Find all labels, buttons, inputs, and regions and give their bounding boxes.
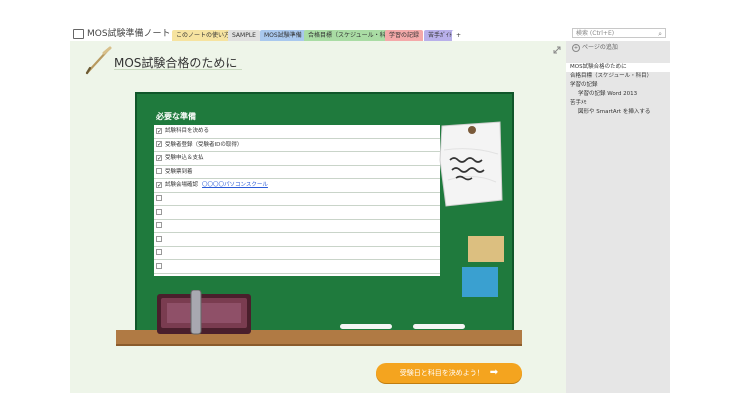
notebook-title[interactable]: MOS試験準備ノート ▾ [87, 26, 178, 39]
title-underline [114, 69, 242, 70]
section-tab[interactable]: SAMPLE [228, 30, 260, 41]
next-step-button[interactable]: 受験日と科目を決めよう！ ➡ [376, 363, 522, 383]
checklist-item-text: 受験者登録（受験者IDの取得） [165, 141, 243, 148]
checklist-row: ✓ 試験科目を決める [154, 125, 440, 139]
arrow-right-icon: ➡ [489, 367, 499, 378]
add-page-button[interactable]: + ページの追加 [566, 43, 670, 53]
checkbox[interactable] [156, 168, 162, 174]
page-list: MOS試験合格のために 合格目標（スケジュール・科目） 学習の記録 学習の記録 Wor… [566, 63, 670, 117]
checkbox[interactable] [156, 249, 162, 255]
checklist-item-text: 受験票到着 [165, 168, 193, 175]
crumpled-note-image [439, 121, 503, 207]
section-tab[interactable]: MOS試験準備 [260, 30, 306, 41]
checkbox[interactable]: ✓ [156, 141, 162, 148]
plus-icon: + [572, 44, 580, 52]
checklist-paper: ✓ 試験科目を決める ✓ 受験者登録（受験者IDの取得） ✓ 受験申込＆支払 受験票到着 ✓ 試… [154, 125, 440, 276]
search-icon[interactable]: ⌕ [658, 29, 662, 39]
sidebar-page-item[interactable]: 学習の記録 Word 2013 [566, 90, 670, 99]
chalk-stick [413, 324, 465, 329]
checklist-row [154, 193, 440, 206]
sticky-note-blue [462, 267, 498, 297]
checklist-row: ✓ 試験会場確認 〇〇〇〇パソコンスクール [154, 179, 440, 193]
checklist-row [154, 260, 440, 274]
checkbox[interactable] [156, 235, 162, 242]
checklist-row [154, 220, 440, 233]
checklist-item-text: 受験申込＆支払 [165, 155, 204, 161]
checklist-row [154, 247, 440, 260]
page-list-sidebar: + ページの追加 MOS試験合格のために 合格目標（スケジュール・科目） 学習の記録学… [566, 41, 670, 393]
checklist-row: 受験票到着 [154, 166, 440, 179]
next-step-label: 受験日と科目を決めよう！ [399, 369, 484, 377]
sidebar-page-item[interactable]: 学習の記録 [566, 81, 670, 90]
section-tab[interactable]: + [452, 30, 466, 41]
chalk-stick [340, 324, 392, 329]
checklist-item-text: 試験会場確認 [165, 182, 199, 188]
checkbox[interactable]: ✓ [156, 127, 162, 134]
checklist-row: ✓ 受験申込＆支払 [154, 152, 440, 166]
sidebar-page-item[interactable]: 合格目標（スケジュール・科目） [566, 72, 670, 81]
checklist-row [154, 206, 440, 220]
notebook-icon [73, 29, 84, 39]
school-link[interactable]: 〇〇〇〇パソコンスクール [202, 182, 268, 188]
checkbox[interactable]: ✓ [156, 154, 162, 161]
checkbox[interactable]: ✓ [156, 181, 162, 188]
expand-icon[interactable] [553, 46, 561, 54]
sidebar-page-item[interactable]: 苦手ﾒﾓ [566, 99, 670, 108]
sticky-note-tan [468, 236, 504, 262]
eraser-image [157, 290, 251, 335]
search-placeholder: 検索 (Ctrl+E) [576, 30, 615, 37]
checkbox[interactable] [156, 208, 162, 215]
sidebar-page-item[interactable]: MOS試験合格のために [566, 63, 670, 72]
checklist-row [154, 233, 440, 247]
sidebar-page-item[interactable]: 図形や SmartArt を挿入する [566, 108, 670, 117]
checklist-item-text: 試験科目を決める [165, 128, 210, 134]
add-page-label: ページの追加 [582, 44, 618, 51]
search-input[interactable]: 検索 (Ctrl+E) ⌕ [572, 28, 666, 38]
section-tab[interactable]: 学習の記録 [385, 30, 424, 41]
pen-icon [85, 46, 112, 75]
checkbox[interactable] [156, 262, 162, 269]
checkbox[interactable] [156, 195, 162, 201]
checklist-title: 必要な準備 [156, 112, 196, 121]
section-tab[interactable]: このノートの使い方 [172, 30, 235, 41]
checklist-row: ✓ 受験者登録（受験者IDの取得） [154, 139, 440, 152]
checkbox[interactable] [156, 222, 162, 228]
